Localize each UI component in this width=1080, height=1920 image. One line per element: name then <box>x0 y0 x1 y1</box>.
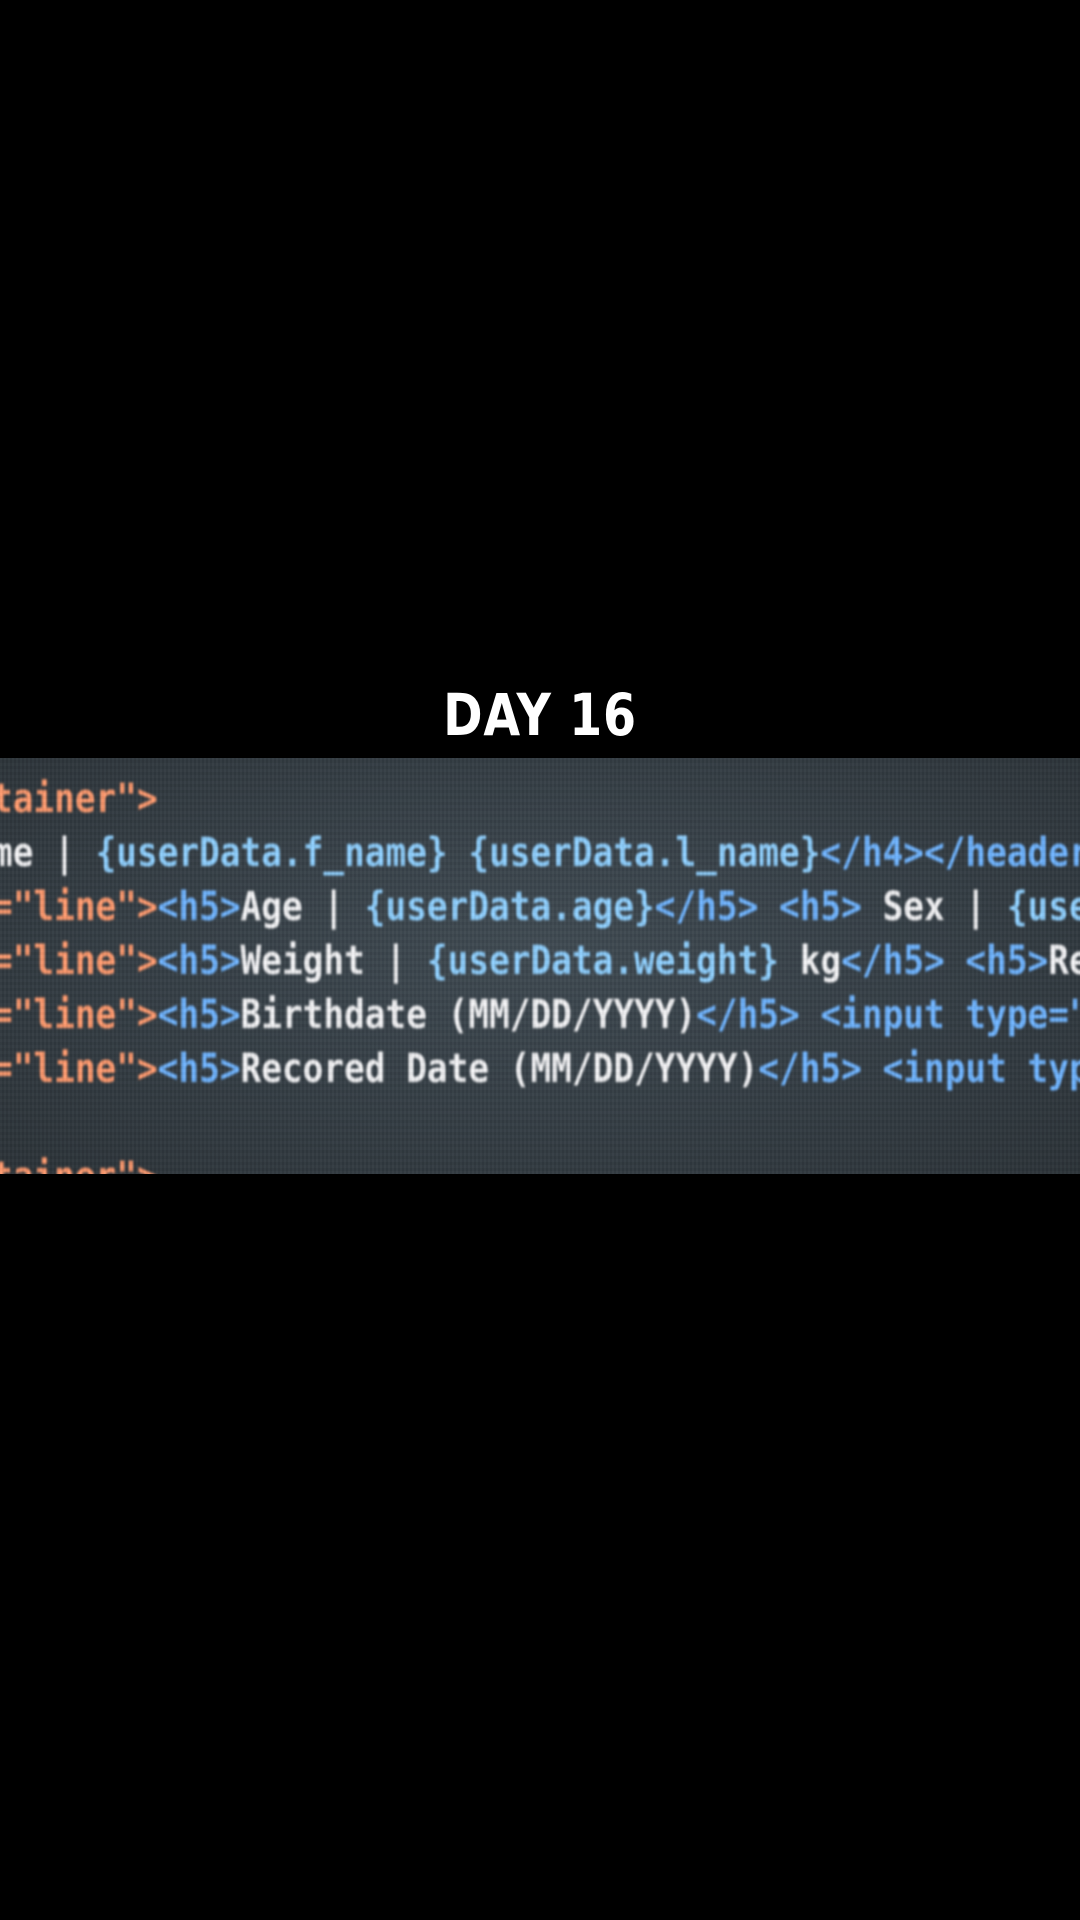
code-token: Recored Date (MM/DD/YYYY) <box>240 1046 759 1092</box>
code-token: ="line"> <box>0 938 158 984</box>
code-token: {userData.age} <box>364 884 655 930</box>
code-token: <input typ <box>861 1046 1080 1092</box>
code-token: {use <box>1006 884 1080 930</box>
code-token: <h5> <box>157 884 241 930</box>
code-line: tainer"> <box>0 1150 1024 1174</box>
code-token: </h5> <box>758 1046 862 1092</box>
code-line: tainer"> <box>0 772 1024 826</box>
code-line: ="line"><h5>Age | {userData.age}</h5> <h… <box>0 880 1080 934</box>
day-caption: DAY 16 <box>443 681 637 749</box>
code-line: me | {userData.f_name} {userData.l_name}… <box>0 826 1080 880</box>
code-token: <input type=" <box>799 992 1080 1038</box>
code-token: me | <box>0 830 96 876</box>
code-token: tainer"> <box>0 776 158 822</box>
code-token: </h5> <h5> <box>841 938 1049 984</box>
code-token: {userData.weight} <box>426 938 780 984</box>
code-token: <h5> <box>157 992 241 1038</box>
code-token: Re <box>1048 938 1080 984</box>
code-photo: tainer"> me | {userData.f_name} {userData… <box>0 758 1080 1174</box>
code-token: tainer"> <box>0 1154 158 1174</box>
code-token: Birthdate (MM/DD/YYYY) <box>240 992 697 1038</box>
code-token: ="line"> <box>0 884 158 930</box>
code-token: ="line"> <box>0 1046 158 1092</box>
code-token: kg <box>779 938 842 984</box>
code-token: </h5> <box>696 992 800 1038</box>
code-lines: tainer"> me | {userData.f_name} {userData… <box>0 772 1080 1174</box>
code-line: ="line"><h5>Weight | {userData.weight} k… <box>0 934 1080 988</box>
code-token: </h5> <h5> <box>654 884 862 930</box>
code-token: {userData.f_name} {userData.l_name} <box>95 830 821 876</box>
code-token: Age | <box>240 884 365 930</box>
code-line: ="line"><h5>Recored Date (MM/DD/YYYY)</h… <box>0 1042 1080 1096</box>
code-token: <h5> <box>157 938 241 984</box>
code-token: ="line"> <box>0 992 158 1038</box>
code-token: </h4></header <box>820 830 1080 876</box>
code-token: Weight | <box>240 938 427 984</box>
code-token: Sex | <box>861 884 1007 930</box>
code-line: ="line"><h5>Birthdate (MM/DD/YYYY)</h5> … <box>0 988 1080 1042</box>
code-token: <h5> <box>157 1046 241 1092</box>
